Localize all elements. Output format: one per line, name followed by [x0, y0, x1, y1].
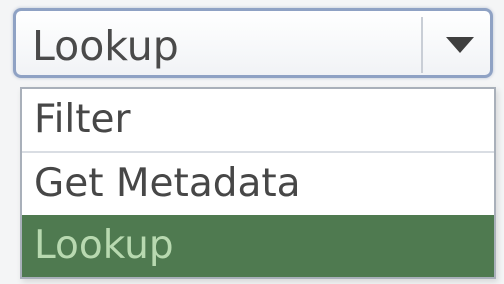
dropdown-option-get-metadata[interactable]: Get Metadata	[22, 151, 494, 213]
dropdown-option-filter[interactable]: Filter	[22, 89, 494, 151]
activity-type-dropdown-list: Filter Get Metadata Lookup	[20, 87, 496, 279]
dropdown-option-lookup[interactable]: Lookup	[22, 215, 494, 277]
combobox-divider	[421, 17, 423, 73]
activity-type-combobox[interactable]: Lookup	[13, 8, 493, 78]
chevron-down-icon[interactable]	[434, 19, 486, 71]
combobox-selected-value: Lookup	[32, 22, 179, 70]
